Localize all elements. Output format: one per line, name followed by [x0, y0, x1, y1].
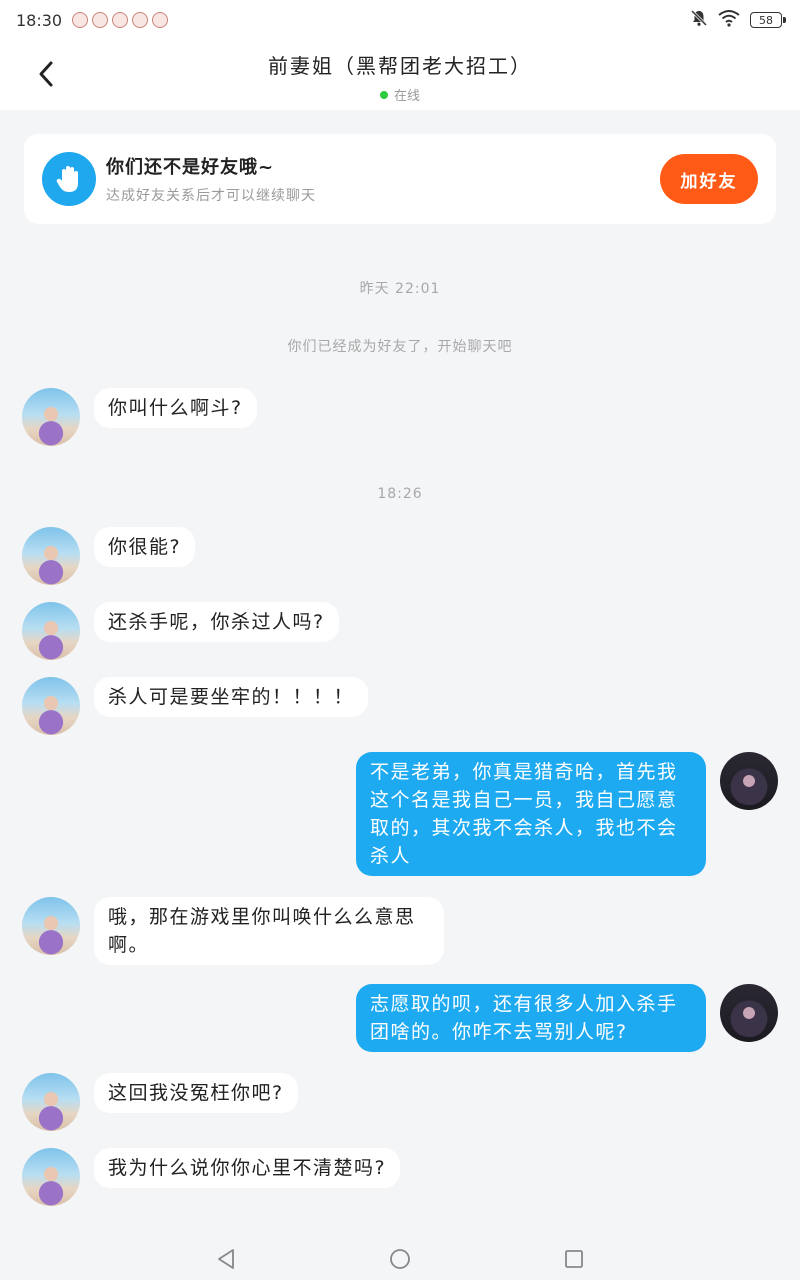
mute-bell-icon — [690, 9, 708, 31]
message-bubble[interactable]: 我为什么说你你心里不清楚吗? — [94, 1148, 401, 1188]
app-notification-icon — [132, 12, 149, 28]
message-row: 这回我没冤枉你吧? — [22, 1073, 298, 1131]
banner-title: 你们还不是好友哦~ — [106, 157, 275, 178]
avatar[interactable] — [22, 602, 80, 660]
avatar[interactable] — [22, 388, 80, 446]
status-bar-right: 58 — [690, 9, 786, 31]
chat-header: 前妻姐（黑帮团老大招工） 在线 — [0, 40, 800, 110]
online-status-text: 在线 — [393, 89, 420, 104]
message-row: 杀人可是要坐牢的！！！！ — [22, 677, 369, 735]
avatar[interactable] — [22, 677, 80, 735]
nav-recents-button[interactable] — [562, 1247, 586, 1271]
app-notification-icon — [112, 12, 129, 28]
add-friend-button[interactable]: 加好友 — [660, 154, 758, 204]
avatar[interactable] — [720, 984, 778, 1042]
avatar[interactable] — [22, 1148, 80, 1206]
contact-name: 前妻姐（黑帮团老大招工） — [268, 54, 532, 78]
message-bubble[interactable]: 你叫什么啊斗? — [94, 388, 257, 428]
nav-home-button[interactable] — [388, 1247, 412, 1271]
avatar[interactable] — [22, 1073, 80, 1131]
status-bar: 18:30 58 — [0, 0, 800, 40]
message-bubble[interactable]: 还杀手呢，你杀过人吗? — [94, 602, 339, 642]
message-row: 还杀手呢，你杀过人吗? — [22, 602, 339, 660]
message-row: 你叫什么啊斗? — [22, 388, 257, 446]
message-row: 不是老弟，你真是猎奇哈，首先我这个名是我自己一员，我自己愿意取的，其次我不会杀人… — [356, 752, 778, 876]
online-status: 在线 — [0, 85, 800, 104]
app-notification-icon — [152, 12, 169, 28]
system-nav-bar — [0, 1238, 800, 1280]
battery-icon: 58 — [750, 12, 786, 28]
nav-back-button[interactable] — [214, 1247, 238, 1271]
message-bubble[interactable]: 志愿取的呗，还有很多人加入杀手团啥的。你咋不去骂别人呢? — [356, 984, 706, 1052]
status-time: 18:30 — [16, 10, 63, 30]
circle-home-icon — [390, 1249, 410, 1269]
banner-text: 你们还不是好友哦~ 达成好友关系后才可以继续聊天 — [106, 153, 660, 205]
message-bubble[interactable]: 你很能? — [94, 527, 196, 567]
online-dot-icon — [379, 90, 388, 99]
timestamp: 昨天 22:01 — [359, 281, 441, 297]
avatar[interactable] — [22, 527, 80, 585]
wifi-icon — [718, 9, 740, 31]
banner-subtitle: 达成好友关系后才可以继续聊天 — [106, 188, 316, 204]
square-recents-icon — [565, 1250, 583, 1268]
avatar[interactable] — [720, 752, 778, 810]
message-row: 志愿取的呗，还有很多人加入杀手团啥的。你咋不去骂别人呢? — [356, 984, 778, 1052]
message-bubble[interactable]: 杀人可是要坐牢的！！！！ — [94, 677, 369, 717]
not-friends-banner: 你们还不是好友哦~ 达成好友关系后才可以继续聊天 加好友 — [24, 134, 776, 224]
message-bubble[interactable]: 不是老弟，你真是猎奇哈，首先我这个名是我自己一员，我自己愿意取的，其次我不会杀人… — [356, 752, 706, 876]
timestamp: 18:26 — [377, 486, 423, 502]
system-message: 你们已经成为好友了，开始聊天吧 — [287, 339, 513, 355]
message-bubble[interactable]: 这回我没冤枉你吧? — [94, 1073, 298, 1113]
avatar[interactable] — [22, 897, 80, 955]
title-wrap: 前妻姐（黑帮团老大招工） 在线 — [0, 50, 800, 104]
app-notification-icon — [72, 12, 89, 28]
app-notification-icon — [92, 12, 109, 28]
message-row: 哦，那在游戏里你叫唤什么么意思啊。 — [22, 897, 444, 965]
wave-hand-icon — [42, 152, 96, 206]
triangle-back-icon — [218, 1249, 234, 1269]
message-bubble[interactable]: 哦，那在游戏里你叫唤什么么意思啊。 — [94, 897, 444, 965]
message-row: 我为什么说你你心里不清楚吗? — [22, 1148, 401, 1206]
status-bar-left: 18:30 — [16, 10, 169, 30]
message-row: 你很能? — [22, 527, 196, 585]
